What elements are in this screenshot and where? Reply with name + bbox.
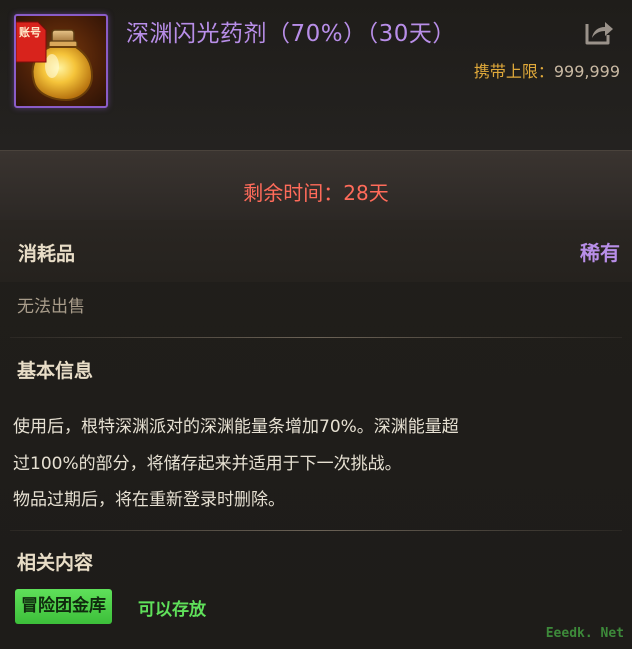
- tooltip-header: 账号 深渊闪光药剂（70%）（30天） 携带上限：999,999: [0, 0, 632, 150]
- carry-limit-value: 999,999: [553, 62, 620, 81]
- basic-info-title: 基本信息: [17, 360, 94, 382]
- watermark: Eeedk. Net: [545, 626, 624, 641]
- item-name: 深渊闪光药剂（70%）（30天）: [126, 21, 456, 47]
- divider: [10, 530, 622, 531]
- storage-status: 可以存放: [138, 600, 206, 620]
- category-row: 消耗品 稀有: [0, 220, 632, 282]
- item-rarity: 稀有: [580, 241, 620, 265]
- item-tooltip: 账号 深渊闪光药剂（70%）（30天） 携带上限：999,999 剩余时间：28…: [0, 0, 632, 649]
- account-badge: 账号: [19, 26, 41, 39]
- divider: [10, 337, 622, 338]
- adventure-vault-tag[interactable]: 冒险团金库: [15, 589, 112, 624]
- golden-potion-bottle-icon: 账号: [14, 14, 108, 108]
- remaining-time: 剩余时间：28天: [243, 181, 389, 205]
- carry-limit: 携带上限：999,999: [474, 58, 620, 82]
- share-arrow-icon: [585, 22, 613, 45]
- description-line: 使用后，根特深渊派对的深渊能量条增加70%。深渊能量超: [13, 417, 459, 437]
- description-line: 物品过期后，将在重新登录时删除。: [13, 490, 285, 510]
- sell-status: 无法出售: [17, 297, 85, 317]
- share-button[interactable]: [583, 18, 615, 46]
- description-line: 过100%的部分，将储存起来并适用于下一次挑战。: [13, 454, 402, 474]
- item-category: 消耗品: [18, 243, 76, 265]
- remaining-time-band: 剩余时间：28天: [0, 150, 632, 220]
- related-content-title: 相关内容: [17, 552, 94, 574]
- carry-limit-label: 携带上限：: [473, 62, 554, 81]
